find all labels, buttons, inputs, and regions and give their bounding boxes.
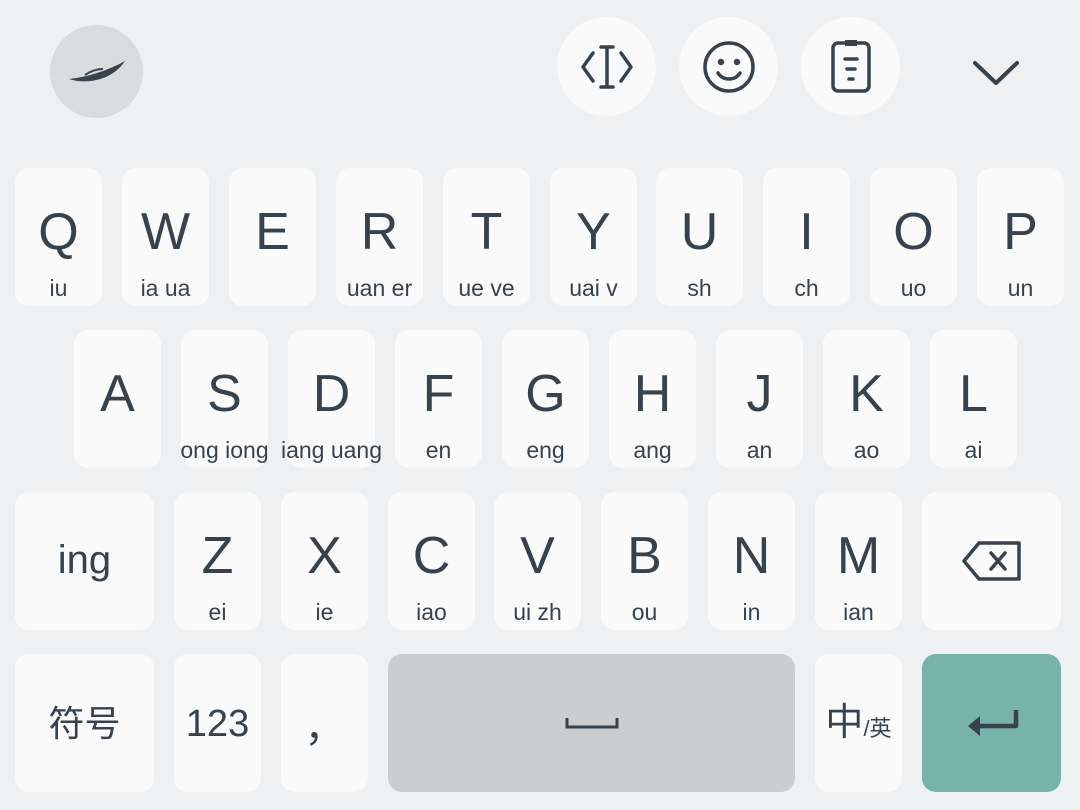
key-s[interactable]: S ong iong (180, 330, 269, 468)
backspace-key[interactable] (922, 492, 1061, 630)
key-c[interactable]: C iao (388, 492, 475, 630)
collapse-keyboard-button[interactable] (946, 22, 1045, 121)
key-a[interactable]: A (74, 330, 161, 468)
space-icon (565, 718, 618, 729)
key-p[interactable]: P un (977, 168, 1064, 306)
key-v[interactable]: V ui zh (494, 492, 581, 630)
key-z[interactable]: Z ei (174, 492, 261, 630)
key-u[interactable]: U sh (656, 168, 743, 306)
key-label: ing (57, 538, 112, 582)
key-letter: Y (576, 203, 611, 261)
key-r[interactable]: R uan er (336, 168, 423, 306)
key-letter: W (140, 203, 191, 261)
numbers-key[interactable]: 123 (174, 654, 261, 792)
symbols-key[interactable]: 符号 (15, 654, 154, 792)
key-letter: N (732, 527, 771, 585)
key-letter: O (893, 203, 934, 261)
key-q[interactable]: Q iu (15, 168, 102, 306)
key-letter: K (849, 365, 884, 423)
logo-icon (68, 60, 125, 81)
key-j[interactable]: J an (716, 330, 803, 468)
key-n[interactable]: N in (708, 492, 795, 630)
key-label: ， (304, 706, 345, 750)
key-l[interactable]: L ai (930, 330, 1017, 468)
key-letter: Z (201, 527, 234, 585)
key-hint: un (1007, 275, 1034, 301)
key-letter: U (680, 203, 719, 261)
key-letter: B (627, 527, 662, 585)
key-letter: D (312, 365, 351, 423)
key-t[interactable]: T ue ve (443, 168, 530, 306)
key-letter: I (799, 203, 814, 261)
key-label: 符号 (48, 703, 121, 744)
cursor-button[interactable] (557, 17, 656, 116)
key-letter: P (1003, 203, 1038, 261)
cursor-icon (580, 44, 633, 89)
key-hint: ai (964, 437, 983, 463)
clipboard-button[interactable] (801, 17, 900, 116)
key-letter: L (959, 365, 988, 423)
key-letter: F (422, 365, 455, 423)
ime-logo-button[interactable] (50, 25, 143, 118)
clipboard-icon (830, 39, 871, 93)
key-g[interactable]: G eng (502, 330, 589, 468)
key-letter: G (525, 365, 566, 423)
key-hint: ia ua (140, 275, 191, 301)
comma-key[interactable]: ， (281, 654, 368, 792)
key-letter: Q (38, 203, 79, 261)
key-b[interactable]: B ou (601, 492, 688, 630)
key-letter: T (470, 203, 503, 261)
chevron-down-icon (972, 60, 1019, 85)
language-chinese-label: 中 (825, 702, 864, 744)
space-key[interactable] (388, 654, 795, 792)
key-letter: V (520, 527, 555, 585)
key-y[interactable]: Y uai v (550, 168, 637, 306)
key-i[interactable]: I ch (763, 168, 850, 306)
key-k[interactable]: K ao (823, 330, 910, 468)
key-e[interactable]: E (229, 168, 316, 306)
key-hint: ian (843, 599, 874, 625)
key-letter: E (255, 203, 290, 261)
key-letter: X (307, 527, 342, 585)
key-letter: A (100, 365, 135, 423)
emoji-icon (702, 40, 755, 93)
key-letter: H (633, 365, 672, 423)
key-letter: S (207, 365, 242, 423)
language-english-label: /英 (863, 716, 892, 741)
enter-key[interactable] (922, 654, 1061, 792)
language-switch-key[interactable]: 中/英 (815, 654, 902, 792)
key-m[interactable]: M ian (815, 492, 902, 630)
key-f[interactable]: F en (395, 330, 482, 468)
key-label: 123 (185, 703, 250, 745)
key-letter: R (360, 203, 399, 261)
key-letter: C (412, 527, 451, 585)
key-x[interactable]: X ie (281, 492, 368, 630)
key-ing[interactable]: ing (15, 492, 154, 630)
key-h[interactable]: H ang (609, 330, 696, 468)
key-letter: M (836, 527, 881, 585)
key-w[interactable]: W ia ua (122, 168, 209, 306)
key-letter: J (746, 365, 773, 423)
backspace-icon (961, 541, 1021, 581)
emoji-button[interactable] (679, 17, 778, 116)
key-o[interactable]: O uo (870, 168, 957, 306)
enter-icon (967, 710, 1018, 736)
key-d[interactable]: D iang uang (281, 330, 382, 468)
